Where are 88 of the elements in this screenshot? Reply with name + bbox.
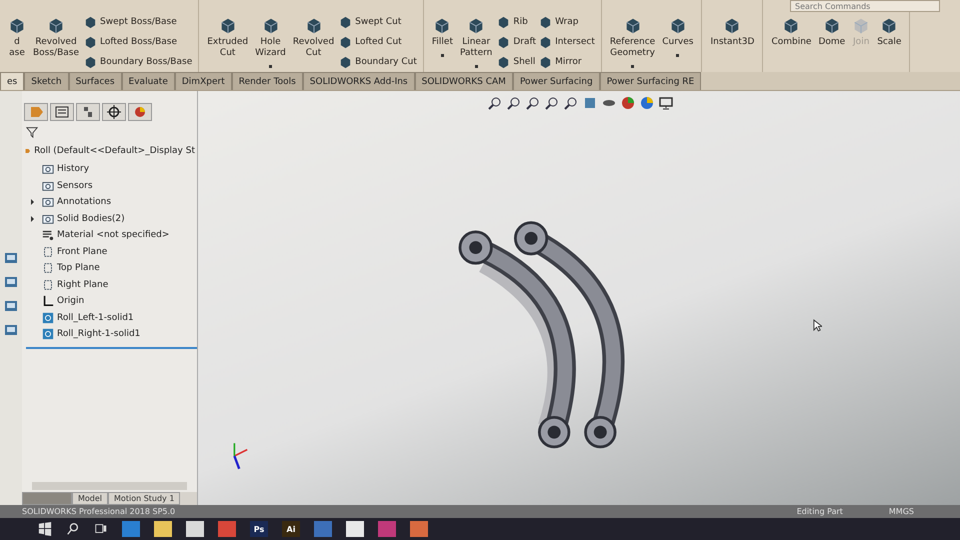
expand-arrow-icon[interactable]	[30, 199, 34, 206]
tree-item[interactable]: Right Plane	[42, 278, 108, 291]
ribbon-button[interactable]: Extruded Cut	[205, 13, 250, 61]
ribbon-button[interactable]: Revolved Cut	[290, 13, 336, 61]
window-icon[interactable]	[4, 323, 18, 337]
folder-icon	[42, 212, 54, 225]
tree-item[interactable]: Origin	[42, 295, 84, 308]
tree-item[interactable]: Front Plane	[42, 246, 108, 258]
status-text: SOLIDWORKS Professional 2018 SP5.0	[22, 507, 176, 516]
plane-icon	[42, 278, 54, 291]
ribbon-tab[interactable]: Render Tools	[232, 72, 303, 90]
tree-item[interactable]: Annotations	[42, 196, 112, 208]
tree-item[interactable]: Roll_Right-1-solid1	[42, 328, 140, 340]
window-icon[interactable]	[4, 275, 18, 289]
ribbon-button[interactable]: Dome	[816, 13, 848, 50]
horizontal-scrollbar[interactable]	[32, 482, 187, 490]
taskbar-app-button[interactable]: Ai	[282, 521, 300, 537]
ribbon-button[interactable]: Fillet	[430, 13, 455, 59]
search-icon[interactable]	[66, 522, 80, 536]
bottom-tab[interactable]: Motion Study 1	[108, 492, 180, 505]
bottom-tab[interactable]: Model	[72, 492, 108, 505]
ribbon-button[interactable]: Reference Geometry	[608, 13, 658, 70]
magnifier-icon[interactable]	[488, 96, 502, 110]
ribbon-button[interactable]: Instant3D	[708, 13, 756, 50]
solid-body-icon	[42, 312, 54, 324]
status-text: Editing Part	[796, 507, 843, 516]
expand-arrow-icon[interactable]	[30, 216, 34, 222]
ribbon-button[interactable]: Hole Wizard	[253, 13, 288, 70]
ribbon-button[interactable]: Curves	[660, 13, 696, 59]
ribbon-tab[interactable]: Sketch	[24, 72, 69, 90]
mouse-cursor-icon	[813, 319, 822, 332]
magnifier-icon[interactable]	[564, 96, 578, 110]
tree-item[interactable]: Solid Bodies(2)	[42, 212, 125, 225]
magnifier-icon[interactable]	[526, 96, 540, 110]
folder-icon	[42, 196, 54, 208]
list-icon[interactable]	[50, 103, 74, 121]
ribbon-button[interactable]: Lofted Boss/Base	[84, 33, 192, 51]
monitor-icon[interactable]	[659, 96, 673, 110]
plane-icon	[42, 262, 54, 274]
ribbon-button[interactable]: Lofted Cut	[339, 33, 417, 51]
folder-icon	[42, 163, 54, 176]
color-ball-icon[interactable]	[621, 96, 635, 110]
task-view-icon[interactable]	[94, 522, 108, 536]
tree-item[interactable]: Roll_Left-1-solid1	[42, 312, 134, 324]
ribbon-button[interactable]: Combine	[769, 13, 814, 50]
taskbar-app-button[interactable]: Ps	[250, 521, 268, 537]
window-icon[interactable]	[4, 299, 18, 313]
ribbon-tab[interactable]: es	[0, 72, 24, 90]
ribbon-tab[interactable]: SOLIDWORKS Add-Ins	[302, 72, 415, 90]
crosshair-icon[interactable]	[102, 103, 126, 121]
ribbon-button[interactable]: Boundary Cut	[339, 53, 417, 71]
ribbon-button[interactable]: d ase	[6, 13, 28, 61]
tree-item[interactable]: Sensors	[42, 180, 93, 192]
ribbon-button[interactable]: Rib	[497, 13, 536, 31]
ribbon-button[interactable]: Boundary Boss/Base	[84, 53, 192, 71]
units-selector[interactable]: MMGS	[882, 506, 920, 517]
ribbon-button[interactable]: Revolved Boss/Base	[31, 13, 82, 61]
plane-icon	[42, 246, 54, 258]
ribbon-button[interactable]: Swept Cut	[339, 13, 417, 31]
ribbon-button[interactable]: Wrap	[539, 13, 595, 31]
ribbon-button[interactable]: Mirror	[539, 53, 595, 71]
solid-body-icon	[42, 328, 54, 340]
ribbon-button[interactable]: Draft	[497, 33, 536, 51]
color-ball-icon[interactable]	[640, 96, 654, 110]
tree-item[interactable]: Roll (Default<<Default>_Display St	[22, 141, 197, 161]
tree-item[interactable]: Material <not specified>	[42, 229, 170, 242]
ribbon-tab[interactable]: SOLIDWORKS CAM	[414, 72, 513, 90]
ribbon-button[interactable]: Swept Boss/Base	[84, 13, 192, 31]
folder-icon	[42, 180, 54, 192]
magnifier-icon[interactable]	[507, 96, 521, 110]
tree-item[interactable]: Top Plane	[42, 262, 100, 274]
ribbon-tab[interactable]: Power Surfacing RE	[600, 72, 702, 90]
ribbon-button[interactable]: Scale	[875, 13, 904, 50]
ribbon-button[interactable]: Linear Pattern	[458, 13, 494, 70]
ribbon-tab[interactable]: Power Surfacing	[512, 72, 600, 90]
ribbon-tab[interactable]: Evaluate	[122, 72, 175, 90]
windows-logo-icon[interactable]	[38, 522, 52, 536]
ribbon-button[interactable]: Intersect	[539, 33, 595, 51]
window-icon[interactable]	[4, 251, 18, 265]
ribbon-tab[interactable]: DimXpert	[174, 72, 232, 90]
origin-icon	[42, 295, 54, 308]
search-field[interactable]: Search Commands	[790, 0, 940, 12]
material-icon	[42, 229, 54, 242]
ribbon-button[interactable]: Shell	[497, 53, 536, 71]
ribbon-tab[interactable]: Surfaces	[68, 72, 122, 90]
tree-item[interactable]: History	[42, 163, 90, 176]
filter-icon[interactable]	[26, 126, 38, 138]
magnifier-icon[interactable]	[545, 96, 559, 110]
